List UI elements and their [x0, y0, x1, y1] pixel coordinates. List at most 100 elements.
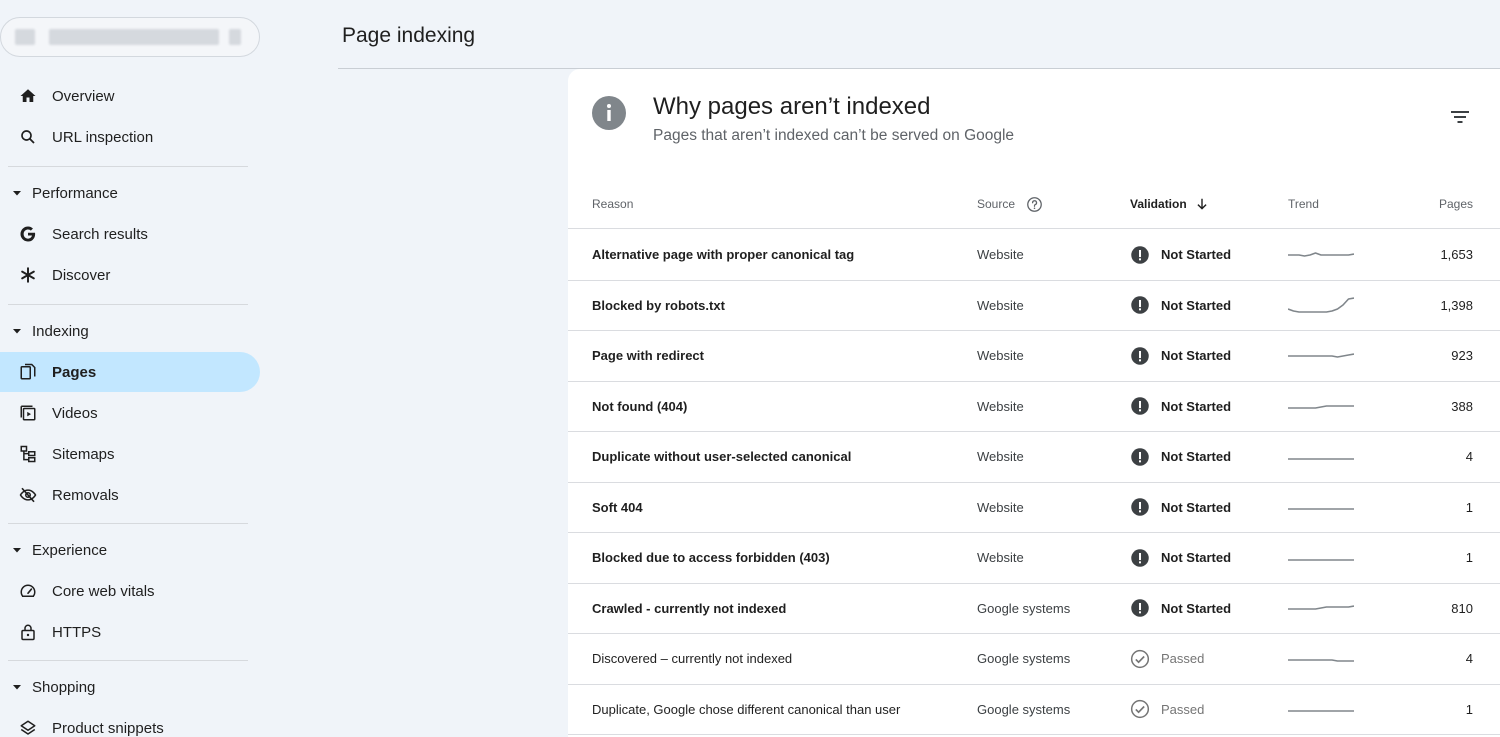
source-cell: Google systems	[977, 651, 1071, 667]
sidebar-item-pages[interactable]: Pages	[0, 352, 260, 392]
property-selector[interactable]	[0, 17, 260, 57]
sidebar-item-search-results[interactable]: Search results	[0, 214, 260, 254]
sidebar-item-product-snippets[interactable]: Product snippets	[0, 708, 260, 737]
section-experience[interactable]: Experience	[0, 532, 260, 568]
caret-down-icon	[12, 682, 22, 692]
table-row[interactable]: Duplicate without user-selected canonica…	[568, 432, 1500, 483]
trend-sparkline	[1288, 432, 1354, 482]
sidebar-item-discover[interactable]: Discover	[0, 255, 260, 295]
source-cell: Website	[977, 348, 1024, 364]
redacted-property-name	[49, 29, 219, 45]
sidebar-item-label: Sitemaps	[52, 445, 115, 463]
sidebar-item-core-web-vitals[interactable]: Core web vitals	[0, 571, 260, 611]
redacted-property-name	[229, 29, 241, 45]
source-cell: Website	[977, 499, 1024, 515]
validation-status: Not Started	[1161, 398, 1232, 414]
help-icon[interactable]	[1026, 196, 1043, 213]
gauge-icon	[18, 581, 38, 601]
source-cell: Website	[977, 449, 1024, 465]
validation-cell: Not Started	[1130, 331, 1231, 381]
pages-count: 4	[1465, 449, 1473, 465]
table-row[interactable]: Crawled - currently not indexed Google sy…	[568, 584, 1500, 634]
column-header-validation[interactable]: Validation	[1130, 179, 1209, 229]
pages-count: 1	[1465, 499, 1473, 515]
redacted-property-name	[15, 29, 35, 45]
search-icon	[18, 127, 38, 147]
section-performance[interactable]: Performance	[0, 175, 260, 211]
source-cell: Google systems	[977, 600, 1071, 616]
table-row[interactable]: Blocked due to access forbidden (403) Web…	[568, 533, 1500, 584]
table-row[interactable]: Blocked by robots.txt Website Not Started 1…	[568, 281, 1500, 331]
reason-cell: Soft 404	[592, 499, 643, 515]
section-indexing[interactable]: Indexing	[0, 313, 260, 349]
column-header-reason[interactable]: Reason	[592, 179, 633, 229]
trend-sparkline	[1288, 634, 1354, 684]
eye-off-icon	[18, 485, 38, 505]
reason-cell: Not found (404)	[592, 398, 688, 414]
sidebar-item-overview[interactable]: Overview	[0, 76, 260, 116]
trend-sparkline	[1288, 331, 1354, 381]
validation-status: Not Started	[1161, 348, 1232, 364]
pages-count: 1,398	[1440, 297, 1473, 313]
pages-count: 1,653	[1440, 247, 1473, 263]
sitemap-icon	[18, 444, 38, 464]
pages-count: 388	[1451, 398, 1473, 414]
section-label: Shopping	[32, 678, 96, 696]
validation-status: Not Started	[1161, 449, 1232, 465]
source-cell: Website	[977, 297, 1024, 313]
reason-cell: Crawled - currently not indexed	[592, 600, 787, 616]
column-header-source[interactable]: Source	[977, 179, 1043, 229]
caret-down-icon	[12, 188, 22, 198]
sidebar-item-label: Pages	[52, 363, 97, 381]
trend-sparkline	[1288, 533, 1354, 583]
reason-cell: Page with redirect	[592, 348, 704, 364]
column-header-label: Validation	[1130, 197, 1187, 211]
layers-icon	[18, 718, 38, 737]
section-label: Experience	[32, 541, 108, 559]
filter-icon[interactable]	[1448, 105, 1472, 129]
table-row[interactable]: Duplicate, Google chose different canoni…	[568, 685, 1500, 735]
home-icon	[18, 86, 38, 106]
sidebar-item-label: HTTPS	[52, 623, 102, 641]
sidebar-item-url-inspection[interactable]: URL inspection	[0, 117, 260, 157]
table-row[interactable]: Not found (404) Website Not Started 388	[568, 382, 1500, 432]
reason-cell: Duplicate without user-selected canonica…	[592, 449, 852, 465]
sidebar-item-label: Core web vitals	[52, 582, 155, 600]
table-row[interactable]: Page with redirect Website Not Started 923	[568, 331, 1500, 382]
divider	[8, 523, 248, 524]
reason-cell: Discovered – currently not indexed	[592, 651, 793, 667]
google-g-icon	[18, 224, 38, 244]
pages-count: 810	[1451, 600, 1473, 616]
sidebar-item-videos[interactable]: Videos	[0, 393, 260, 433]
table-row[interactable]: Alternative page with proper canonical t…	[568, 230, 1500, 281]
validation-cell: Not Started	[1130, 483, 1231, 533]
column-header-label: Source	[977, 197, 1016, 211]
table-row[interactable]: Soft 404 Website Not Started 1	[568, 483, 1500, 533]
sidebar-item-label: Overview	[52, 87, 115, 105]
trend-sparkline	[1288, 230, 1354, 280]
validation-cell: Not Started	[1130, 432, 1231, 482]
table-header: Reason Source Validation Trend Pages	[568, 179, 1500, 229]
exclamation-circle-icon	[1130, 447, 1150, 467]
pages-count: 1	[1465, 550, 1473, 566]
validation-status: Passed	[1161, 651, 1205, 667]
validation-status: Not Started	[1161, 247, 1232, 263]
video-icon	[18, 403, 38, 423]
validation-cell: Not Started	[1130, 533, 1231, 583]
source-cell: Google systems	[977, 701, 1071, 717]
section-label: Performance	[32, 184, 118, 202]
check-circle-icon	[1130, 699, 1150, 719]
section-shopping[interactable]: Shopping	[0, 669, 260, 705]
sidebar-item-label: Search results	[52, 225, 148, 243]
reason-cell: Blocked due to access forbidden (403)	[592, 550, 830, 566]
validation-cell: Passed	[1130, 634, 1204, 684]
sidebar-item-sitemaps[interactable]: Sitemaps	[0, 434, 260, 474]
table-row[interactable]: Discovered – currently not indexed Google…	[568, 634, 1500, 685]
sidebar-item-removals[interactable]: Removals	[0, 475, 260, 515]
validation-status: Not Started	[1161, 550, 1232, 566]
column-header-pages[interactable]: Pages	[1439, 179, 1473, 229]
pages-icon	[18, 362, 38, 382]
sidebar-item-https[interactable]: HTTPS	[0, 612, 260, 652]
column-header-trend: Trend	[1288, 197, 1319, 211]
divider	[8, 166, 248, 167]
